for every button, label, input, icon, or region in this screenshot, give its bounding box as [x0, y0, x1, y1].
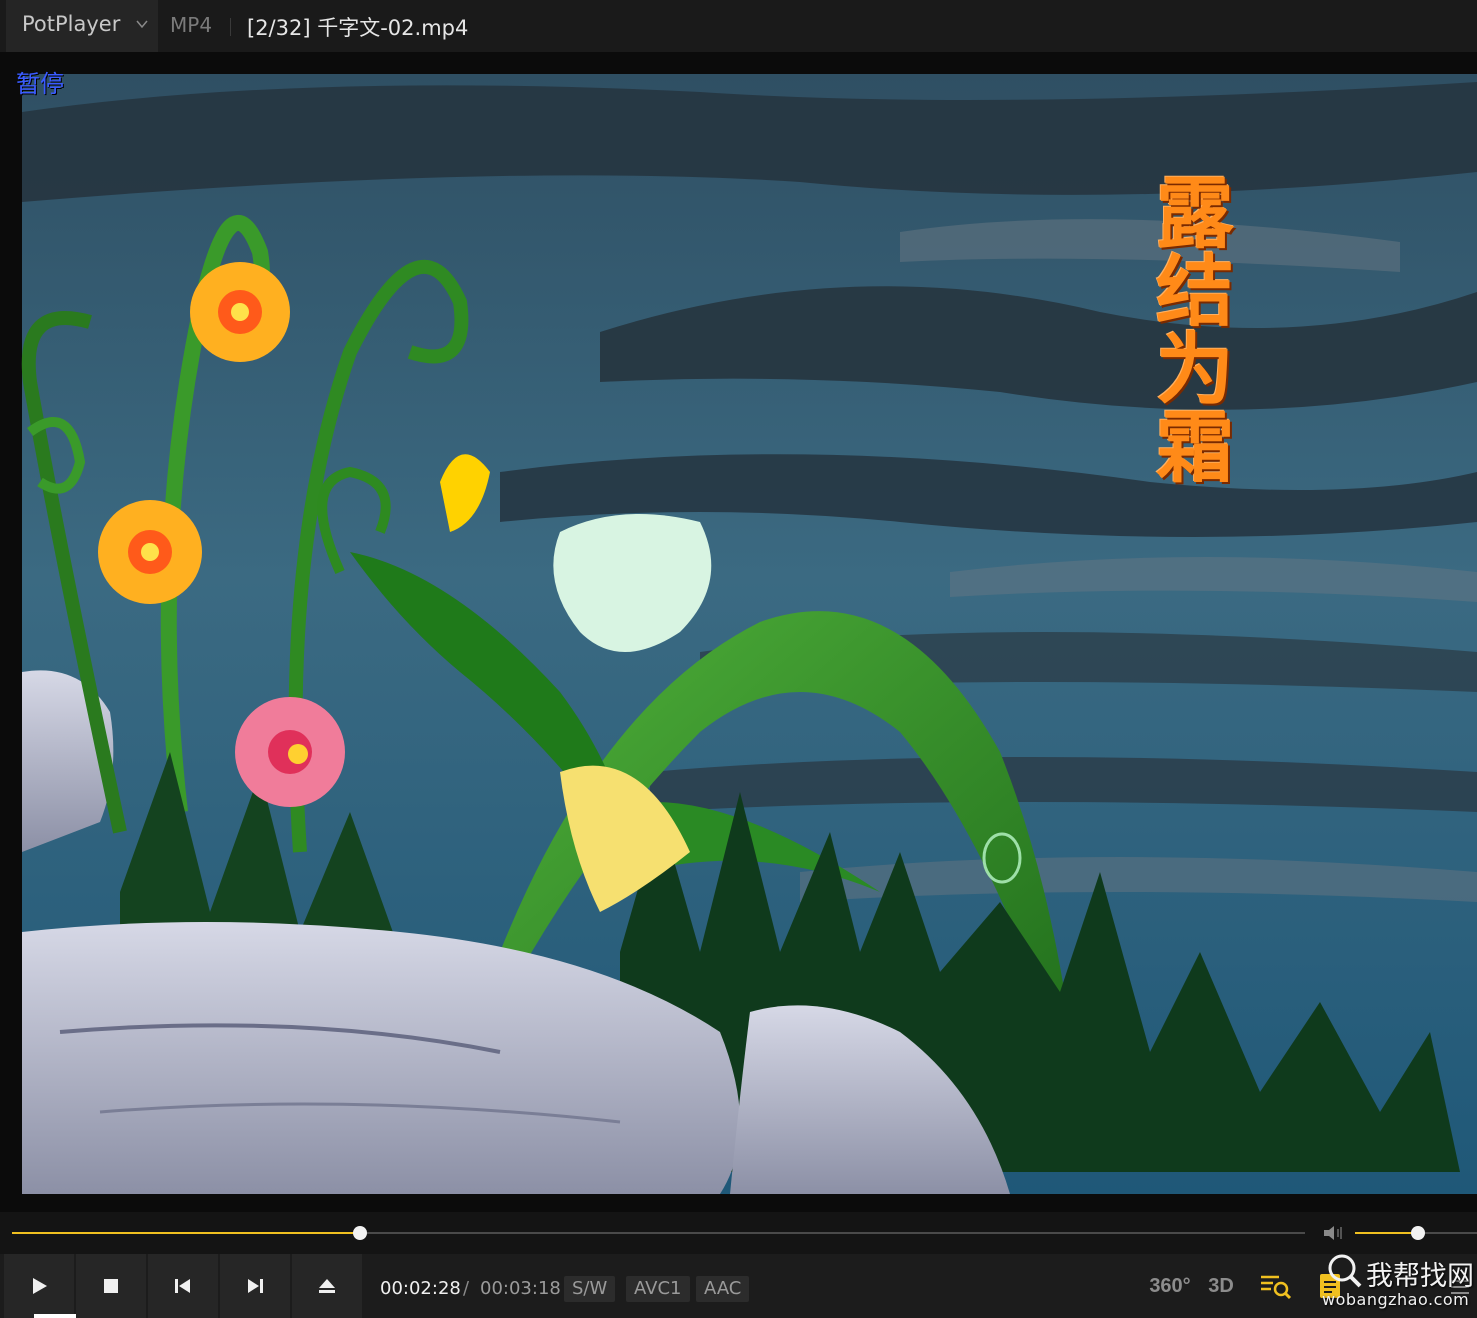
app-name: PotPlayer	[22, 12, 121, 36]
watermark-text: 我帮找网	[1366, 1261, 1474, 1292]
video-codec-tag[interactable]: AVC1	[626, 1276, 690, 1302]
flower-yellow-1	[190, 262, 290, 362]
volume-icon[interactable]	[1322, 1223, 1346, 1243]
eject-button[interactable]	[292, 1254, 362, 1318]
seek-thumb[interactable]	[352, 1226, 367, 1240]
seek-row	[0, 1212, 1477, 1254]
volume-thumb[interactable]	[1411, 1226, 1426, 1240]
seek-fill	[12, 1232, 360, 1234]
skip-previous-icon	[175, 1279, 190, 1293]
play-icon	[33, 1278, 47, 1294]
time-separator: /	[463, 1278, 470, 1299]
vr-360-button[interactable]: 360°	[1149, 1268, 1191, 1304]
format-label: MP4	[170, 13, 213, 37]
file-title: [2/32] 千字文-02.mp4	[247, 16, 469, 40]
3d-button[interactable]: 3D	[1206, 1268, 1236, 1304]
playlist-search-icon	[1261, 1275, 1292, 1300]
audio-codec-tag[interactable]: AAC	[696, 1276, 750, 1302]
volume-slider[interactable]	[1355, 1226, 1477, 1240]
video-caption: 露结为霜	[1143, 172, 1234, 484]
previous-button[interactable]	[148, 1254, 218, 1318]
eject-icon	[319, 1279, 335, 1293]
next-button[interactable]	[220, 1254, 290, 1318]
video-frame	[21, 74, 1477, 1194]
osd-status: 暂停	[16, 70, 64, 98]
skip-next-icon	[248, 1279, 263, 1293]
title-bar: PotPlayer MP4 [2/32] 千字文-02.mp4	[0, 0, 1477, 53]
seek-bar[interactable]	[12, 1226, 1305, 1240]
vr-360-label: 360°	[1149, 1274, 1191, 1297]
play-button[interactable]	[4, 1254, 88, 1318]
3d-label: 3D	[1208, 1274, 1234, 1297]
playlist-search-button[interactable]	[1258, 1268, 1294, 1304]
volume-fill	[1355, 1232, 1419, 1234]
current-time[interactable]: 00:02:28	[380, 1278, 461, 1299]
watermark-url: wobangzhao.com	[1322, 1290, 1470, 1309]
stop-icon	[104, 1279, 118, 1293]
title-divider	[230, 18, 231, 36]
video-area[interactable]: 暂停 露结为霜	[0, 52, 1477, 1212]
chevron-down-icon	[136, 20, 148, 29]
total-time[interactable]: 00:03:18	[480, 1278, 561, 1299]
control-bar: 00:02:28 / 00:03:18 S/W AVC1 AAC 360° 3D	[0, 1254, 1477, 1318]
app-menu-button[interactable]: PotPlayer	[6, 0, 158, 52]
stop-button[interactable]	[76, 1254, 146, 1318]
render-mode-tag[interactable]: S/W	[564, 1276, 616, 1302]
